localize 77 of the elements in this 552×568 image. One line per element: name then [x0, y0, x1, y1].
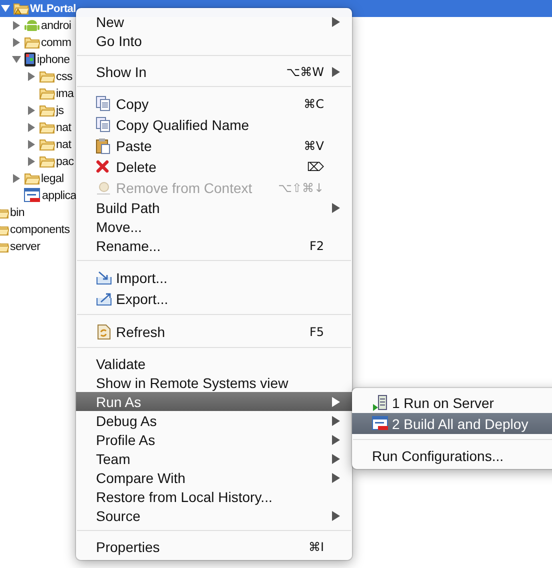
- tree-item-label[interactable]: WLPortal: [30, 2, 76, 14]
- menu-item[interactable]: Move...: [76, 217, 352, 236]
- menu-item[interactable]: Go Into: [76, 31, 352, 50]
- clipboard-icon: [96, 138, 111, 154]
- tree-item-label[interactable]: pac: [56, 156, 74, 168]
- server-icon: [372, 394, 388, 410]
- expand-arrow-icon[interactable]: [27, 123, 36, 132]
- menu-item[interactable]: Source: [76, 506, 352, 525]
- menu-item[interactable]: Run Configurations...: [352, 446, 552, 465]
- tree-item-label[interactable]: ima: [56, 88, 74, 100]
- menu-item[interactable]: Build Path: [76, 198, 352, 217]
- delete-icon: [96, 160, 109, 173]
- tree-item-label[interactable]: androi: [41, 20, 72, 32]
- export-icon: [96, 292, 112, 306]
- menu-item[interactable]: Paste ⌘V: [76, 135, 352, 156]
- tree-item-label[interactable]: components: [10, 224, 70, 236]
- menu-item[interactable]: Run As: [76, 392, 352, 411]
- submenu-arrow-icon: [332, 66, 340, 76]
- menu-item[interactable]: Copy ⌘C: [76, 93, 352, 114]
- expand-arrow-icon[interactable]: [27, 140, 36, 149]
- menu-item[interactable]: Validate: [76, 354, 352, 373]
- tree-item-label[interactable]: comm: [41, 36, 72, 48]
- collapse-arrow-icon[interactable]: [12, 55, 21, 64]
- menu-item[interactable]: New: [76, 12, 352, 31]
- folder-icon: [39, 104, 55, 117]
- remove-icon: [96, 180, 111, 194]
- menu-item[interactable]: Show in Remote Systems view: [76, 373, 352, 392]
- robot-icon: [24, 18, 40, 33]
- expand-arrow-icon[interactable]: [27, 157, 36, 166]
- expand-arrow-icon[interactable]: [12, 38, 21, 47]
- menu-item[interactable]: Copy Qualified Name: [76, 114, 352, 135]
- tree-item-label[interactable]: iphone: [37, 54, 70, 66]
- menu-item[interactable]: 2 Build All and Deploy: [352, 413, 552, 434]
- folder-icon: [39, 155, 55, 168]
- folder-icon: [39, 70, 55, 83]
- folder-icon: [39, 121, 55, 134]
- tree-item-label[interactable]: server: [10, 240, 40, 252]
- import-icon: [96, 270, 112, 284]
- expand-arrow-icon[interactable]: [12, 21, 21, 30]
- refresh-icon: [96, 324, 111, 340]
- folder-icon: [39, 87, 55, 100]
- submenu-arrow-icon: [332, 16, 340, 26]
- tree-item-label[interactable]: applica: [42, 190, 76, 202]
- folder-icon: [39, 138, 55, 151]
- copy-icon: [96, 117, 111, 132]
- window-icon: [24, 188, 41, 203]
- menu-item[interactable]: Refresh F5: [76, 321, 352, 342]
- menu-item[interactable]: Team: [76, 449, 352, 468]
- menu-item[interactable]: Properties ⌘I: [76, 537, 352, 556]
- menu-item[interactable]: Compare With: [76, 468, 352, 487]
- folder-icon: [24, 172, 40, 185]
- tree-item-label[interactable]: bin: [10, 206, 24, 218]
- submenu-arrow-icon: [332, 202, 340, 212]
- tree-item-label[interactable]: nat: [56, 138, 72, 150]
- tree-item-label[interactable]: js: [56, 104, 64, 116]
- collapse-arrow-icon[interactable]: [1, 4, 10, 13]
- window-icon: [372, 416, 389, 431]
- menu-item[interactable]: Delete ⌦: [76, 156, 352, 177]
- tree-item-label[interactable]: legal: [41, 172, 64, 184]
- menu-item[interactable]: Show In ⌥⌘W: [76, 62, 352, 81]
- expand-arrow-icon[interactable]: [27, 72, 36, 81]
- menu-item[interactable]: 1 Run on Server: [352, 392, 552, 413]
- copy-icon: [96, 96, 111, 111]
- menu-item[interactable]: Import...: [76, 267, 352, 288]
- expand-arrow-icon[interactable]: [27, 106, 36, 115]
- folder-icon: [24, 36, 40, 49]
- menu-item[interactable]: Rename... F2: [76, 236, 352, 255]
- menu-item[interactable]: Restore from Local History...: [76, 487, 352, 506]
- tree-item-label[interactable]: nat: [56, 122, 72, 134]
- menu-item[interactable]: Debug As: [76, 411, 352, 430]
- submenu-arrow-icon: [332, 510, 340, 520]
- menu-item[interactable]: Profile As: [76, 430, 352, 449]
- tree-item-label[interactable]: css: [56, 70, 72, 82]
- menu-item[interactable]: Export...: [76, 288, 352, 309]
- phone-icon: [24, 52, 36, 67]
- folder-icon: [13, 2, 29, 15]
- expand-arrow-icon[interactable]: [12, 174, 21, 183]
